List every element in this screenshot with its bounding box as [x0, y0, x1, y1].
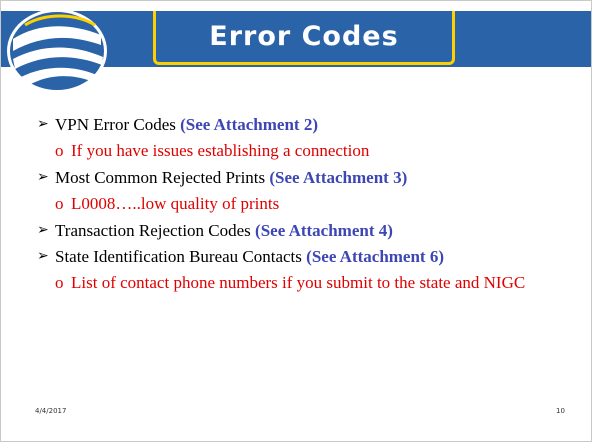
arrow-bullet-icon: ➢: [37, 117, 49, 132]
bullet-text: State Identification Bureau Contacts (Se…: [55, 247, 445, 266]
bullet-text: Transaction Rejection Codes (See Attachm…: [55, 221, 393, 240]
footer-date: 4/4/2017: [35, 407, 67, 415]
bullet-text: Most Common Rejected Prints (See Attachm…: [55, 168, 408, 187]
circle-bullet-icon: o: [55, 141, 64, 160]
arrow-bullet-icon: ➢: [37, 249, 49, 264]
circle-bullet-icon: o: [55, 194, 64, 213]
circle-bullet-icon: o: [55, 273, 64, 292]
arrow-bullet-icon: ➢: [37, 170, 49, 185]
slide: Error Codes ➢ VPN Error Codes (See Attac…: [0, 0, 592, 442]
bullet-item: ➢ VPN Error Codes (See Attachment 2): [37, 113, 577, 136]
bullet-item: ➢ State Identification Bureau Contacts (…: [37, 245, 577, 268]
title-bar: Error Codes: [1, 1, 591, 93]
sub-bullet-item: o List of contact phone numbers if you s…: [37, 271, 577, 294]
sub-bullet-item: o L0008…..low quality of prints: [37, 192, 577, 215]
wave-logo-icon: [7, 9, 107, 93]
bullet-item: ➢ Most Common Rejected Prints (See Attac…: [37, 166, 577, 189]
title-box: Error Codes: [153, 11, 455, 65]
slide-title: Error Codes: [209, 21, 399, 52]
attachment-ref: (See Attachment 3): [269, 168, 408, 187]
sub-bullet-item: o If you have issues establishing a conn…: [37, 139, 577, 162]
attachment-ref: (See Attachment 4): [255, 221, 393, 240]
bullet-item: ➢ Transaction Rejection Codes (See Attac…: [37, 219, 577, 242]
sub-bullet-text: L0008…..low quality of prints: [71, 194, 280, 213]
bullet-text: VPN Error Codes (See Attachment 2): [55, 115, 318, 134]
sub-bullet-text: If you have issues establishing a connec…: [71, 141, 370, 160]
attachment-ref: (See Attachment 6): [306, 247, 445, 266]
arrow-bullet-icon: ➢: [37, 223, 49, 238]
page-number: 10: [556, 407, 565, 415]
bullet-list: ➢ VPN Error Codes (See Attachment 2) o I…: [37, 113, 577, 298]
sub-bullet-text: List of contact phone numbers if you sub…: [71, 273, 526, 292]
attachment-ref: (See Attachment 2): [180, 115, 318, 134]
